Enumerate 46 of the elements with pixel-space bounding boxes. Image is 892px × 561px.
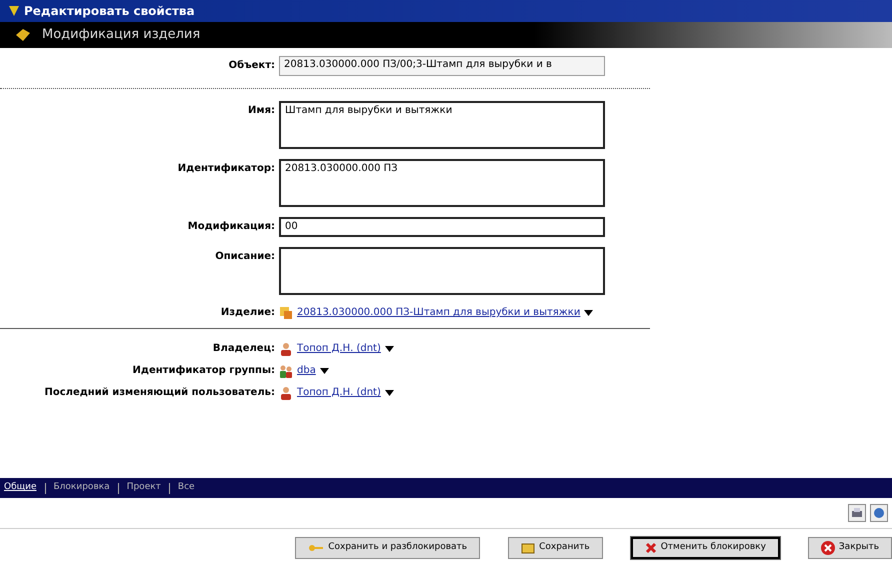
- caret-icon[interactable]: [384, 346, 394, 352]
- field-label: Изделие:: [220, 306, 275, 320]
- header-title: Модификация изделия: [42, 26, 200, 44]
- tab[interactable]: Общие: [4, 481, 36, 495]
- product-link[interactable]: 20813.030000.000 ПЗ-Штамп для вырубки и вытяжки: [297, 305, 580, 320]
- window-title: Редактировать свойства: [24, 3, 195, 20]
- globe-icon: [873, 507, 885, 519]
- dialog-button[interactable]: Сохранить и разблокировать: [295, 537, 480, 559]
- people-icon: [279, 364, 293, 378]
- field-label: Владелец:: [212, 342, 275, 356]
- dialog-button[interactable]: Сохранить: [508, 537, 603, 559]
- caret-icon[interactable]: [320, 368, 329, 374]
- text-field[interactable]: Штамп для вырубки и вытяжки: [279, 101, 605, 149]
- person-icon: [279, 342, 293, 356]
- part-icon: [279, 306, 293, 320]
- field-label: Последний изменяющий пользователь:: [43, 386, 275, 400]
- field-label: Описание:: [214, 250, 275, 264]
- text-field[interactable]: 20813.030000.000 ПЗ: [279, 159, 605, 207]
- user-link[interactable]: dba: [297, 363, 316, 378]
- caret-icon[interactable]: [384, 390, 394, 396]
- document-icon: [521, 542, 536, 554]
- field-label: Имя:: [247, 104, 275, 118]
- app-icon: [8, 5, 20, 17]
- print-button[interactable]: [848, 504, 866, 522]
- tab[interactable]: Проект: [126, 481, 161, 495]
- cross-icon: [644, 542, 657, 554]
- printer-icon: [851, 508, 863, 518]
- close-icon: [820, 541, 835, 555]
- shape-icon: [16, 29, 30, 41]
- field-label: Объект:: [228, 59, 275, 73]
- text-field[interactable]: 20813.030000.000 ПЗ/00;3-Штамп для вырубки и в: [279, 56, 605, 76]
- person-icon: [279, 386, 293, 400]
- text-field[interactable]: [279, 247, 605, 295]
- field-label: Идентификатор группы:: [132, 364, 275, 378]
- field-label: Идентификатор:: [176, 162, 275, 176]
- tab[interactable]: Блокировка: [54, 481, 110, 495]
- key-icon: [308, 542, 324, 554]
- tab[interactable]: Все: [178, 481, 195, 495]
- user-link[interactable]: Топоп Д.Н. (dnt): [297, 385, 381, 400]
- dialog-button[interactable]: Отменить блокировку: [630, 537, 780, 559]
- dialog-button[interactable]: Закрыть: [808, 537, 892, 559]
- text-field[interactable]: 00: [279, 217, 605, 237]
- field-label: Модификация:: [186, 220, 275, 234]
- caret-icon[interactable]: [584, 310, 594, 316]
- help-button[interactable]: [870, 504, 888, 522]
- user-link[interactable]: Топоп Д.Н. (dnt): [297, 341, 381, 356]
